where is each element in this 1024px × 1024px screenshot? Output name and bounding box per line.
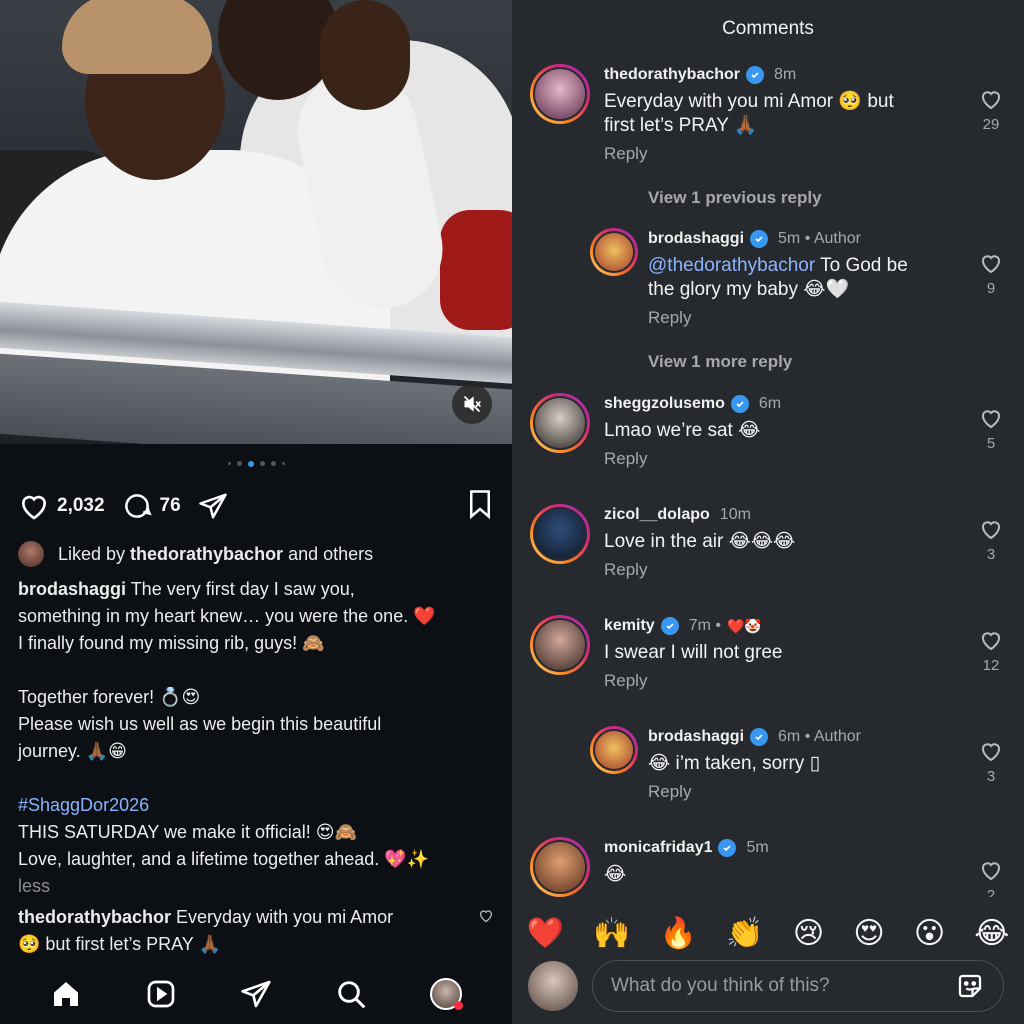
sticker-icon[interactable] bbox=[955, 971, 985, 1001]
quick-reactions: ❤️ 🙌 🔥 👏 😢 😍 😮 😂 bbox=[512, 905, 1024, 961]
comment-like-button[interactable]: 3 bbox=[976, 740, 1006, 785]
reaction-clap[interactable]: 👏 bbox=[726, 916, 763, 951]
comment-text: 😂 i’m taken, sorry ▯ bbox=[648, 753, 821, 774]
reaction-heart-eyes[interactable]: 😍 bbox=[853, 916, 884, 951]
comment-preview[interactable]: thedorathybachor Everyday with you mi Am… bbox=[18, 904, 492, 958]
heart-icon bbox=[982, 521, 1000, 540]
heart-icon[interactable] bbox=[478, 908, 494, 923]
comment-username[interactable]: thedorathybachor bbox=[604, 66, 740, 84]
comment-like-button[interactable]: 12 bbox=[976, 629, 1006, 674]
reply-button[interactable]: Reply bbox=[648, 308, 948, 328]
heart-icon bbox=[22, 495, 46, 520]
verified-icon bbox=[730, 395, 749, 413]
heart-icon bbox=[982, 862, 1000, 881]
reaction-cry[interactable]: 😢 bbox=[793, 916, 824, 951]
view-previous-replies[interactable]: View 1 previous reply bbox=[648, 188, 822, 208]
comment-text: Everyday with you mi Amor 🥺 but first let… bbox=[604, 91, 894, 136]
like-button[interactable]: 2,032 bbox=[18, 491, 105, 521]
mute-button[interactable] bbox=[452, 384, 492, 424]
verified-icon bbox=[750, 728, 769, 746]
heart-icon bbox=[982, 743, 1000, 762]
heart-icon bbox=[982, 91, 1000, 110]
share-button[interactable] bbox=[197, 491, 229, 521]
sheet-title: Comments bbox=[722, 18, 814, 39]
post-panel: 2,032 76 Liked by thedorathybachor and o… bbox=[0, 0, 512, 1024]
like-count: 2,032 bbox=[57, 495, 105, 516]
comment-like-button[interactable]: 3 bbox=[976, 518, 1006, 563]
avatar[interactable] bbox=[590, 726, 638, 774]
comment-input[interactable] bbox=[611, 975, 955, 997]
comment-username[interactable]: brodashaggi bbox=[648, 728, 744, 746]
bottom-nav bbox=[0, 964, 512, 1024]
reaction-raised-hands[interactable]: 🙌 bbox=[593, 916, 630, 951]
liker-avatar bbox=[18, 541, 44, 567]
comment-like-button[interactable]: 2 bbox=[976, 859, 1006, 897]
verified-icon bbox=[718, 839, 737, 857]
avatar[interactable] bbox=[530, 504, 590, 564]
post-actions: 2,032 76 bbox=[18, 486, 494, 526]
comment-input-box[interactable] bbox=[592, 960, 1004, 1012]
reply-button[interactable]: Reply bbox=[648, 782, 948, 802]
avatar[interactable] bbox=[530, 64, 590, 124]
avatar bbox=[528, 961, 578, 1011]
less-toggle[interactable]: less bbox=[18, 873, 498, 900]
comment-like-button[interactable]: 9 bbox=[976, 252, 1006, 297]
reply-button[interactable]: Reply bbox=[604, 560, 934, 580]
heart-icon bbox=[982, 255, 1000, 274]
comment-composer bbox=[512, 955, 1024, 1024]
search-icon[interactable] bbox=[335, 978, 367, 1010]
comment-username[interactable]: kemity bbox=[604, 617, 655, 635]
comment-username[interactable]: brodashaggi bbox=[648, 230, 744, 248]
verified-icon bbox=[746, 66, 765, 84]
caption-username[interactable]: brodashaggi bbox=[18, 579, 126, 599]
reaction-laugh[interactable]: 😂 bbox=[974, 916, 1009, 951]
post-caption: brodashaggi The very first day I saw you… bbox=[18, 576, 498, 900]
liked-by[interactable]: Liked by thedorathybachor and others bbox=[18, 541, 373, 567]
send-icon[interactable] bbox=[240, 978, 272, 1010]
reaction-wow[interactable]: 😮 bbox=[914, 916, 945, 951]
comment-username[interactable]: zicol__dolapo bbox=[604, 506, 710, 524]
reply-button[interactable]: Reply bbox=[604, 671, 934, 691]
verified-icon bbox=[750, 230, 769, 248]
avatar[interactable] bbox=[530, 837, 590, 897]
avatar[interactable] bbox=[590, 228, 638, 276]
comment-text: Love in the air 😂😂😂 bbox=[604, 531, 796, 552]
comment-item: monicafriday1 5m 😂 2 bbox=[530, 837, 1010, 897]
save-button[interactable] bbox=[466, 489, 494, 524]
send-icon bbox=[198, 493, 227, 519]
comment-like-button[interactable]: 29 bbox=[976, 88, 1006, 133]
reply-button[interactable]: Reply bbox=[604, 449, 934, 469]
comment-text: Lmao we’re sat 😂 bbox=[604, 420, 761, 441]
comment-button[interactable]: 76 bbox=[121, 491, 181, 521]
comment-username[interactable]: sheggzolusemo bbox=[604, 395, 725, 413]
comment-like-button[interactable]: 5 bbox=[976, 407, 1006, 452]
comments-sheet: Comments thedorathybachor 8m Everyday wi… bbox=[512, 0, 1024, 1024]
bookmark-icon bbox=[470, 489, 490, 519]
comment-icon bbox=[124, 494, 152, 518]
avatar[interactable] bbox=[530, 615, 590, 675]
heart-icon bbox=[982, 410, 1000, 429]
view-more-replies[interactable]: View 1 more reply bbox=[648, 352, 792, 372]
profile-avatar[interactable] bbox=[430, 978, 464, 1010]
comment-text: 😂 bbox=[604, 864, 627, 885]
reaction-fire[interactable]: 🔥 bbox=[660, 916, 697, 951]
home-icon[interactable] bbox=[50, 978, 82, 1010]
heart-icon bbox=[982, 632, 1000, 651]
reels-icon[interactable] bbox=[145, 978, 177, 1010]
comment-username[interactable]: monicafriday1 bbox=[604, 839, 712, 857]
comment-text: @thedorathybachor To God be the glory my … bbox=[648, 255, 908, 300]
hashtag-link[interactable]: #ShaggDor2026 bbox=[18, 792, 498, 819]
verified-icon bbox=[660, 617, 679, 635]
mention-link[interactable]: @thedorathybachor bbox=[648, 255, 815, 276]
author-liked-badge: ❤️🤡 bbox=[726, 617, 762, 634]
speaker-muted-icon bbox=[463, 395, 481, 413]
post-photo[interactable] bbox=[0, 0, 512, 444]
reply-button[interactable]: Reply bbox=[604, 144, 934, 164]
notification-dot bbox=[454, 1001, 464, 1010]
carousel-dots bbox=[0, 461, 512, 467]
comment-text: I swear I will not gree bbox=[604, 642, 783, 663]
reaction-heart[interactable]: ❤️ bbox=[527, 916, 564, 951]
comment-count: 76 bbox=[159, 495, 181, 516]
avatar[interactable] bbox=[530, 393, 590, 453]
